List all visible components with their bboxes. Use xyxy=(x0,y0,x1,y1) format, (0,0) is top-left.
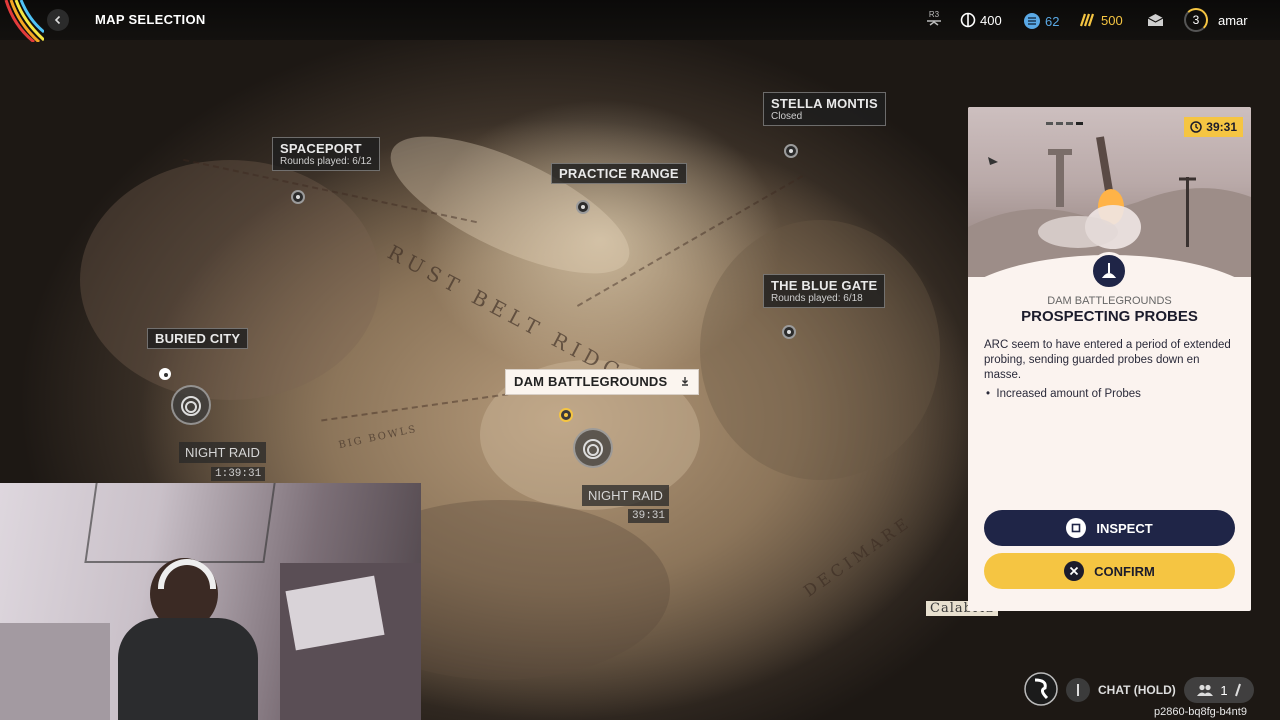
top-bar: MAP SELECTION R3 400 62 500 3 amar xyxy=(0,0,1280,42)
cross-button-icon xyxy=(1064,561,1085,581)
credit-icon xyxy=(1024,13,1040,29)
location-dam-battlegrounds[interactable]: DAM BATTLEGROUNDS xyxy=(505,369,699,395)
page-title: MAP SELECTION xyxy=(95,12,206,27)
location-stella-montis[interactable]: STELLA MONTIS Closed xyxy=(763,92,886,126)
credits-counter: 62 xyxy=(1023,12,1059,30)
webcam-overlay xyxy=(0,483,421,720)
party-button[interactable]: 1 xyxy=(1184,677,1254,703)
back-button[interactable] xyxy=(47,9,69,31)
location-name: SPACEPORT xyxy=(280,141,362,156)
session-id: p2860-bq8fg-b4nt9 xyxy=(1154,706,1247,718)
download-icon xyxy=(681,377,688,386)
card-timer-value: 39:31 xyxy=(1206,120,1237,134)
night-raid-marker[interactable] xyxy=(573,428,613,468)
location-pin-buried-city[interactable] xyxy=(159,368,171,380)
mic-muted-icon xyxy=(1234,683,1241,697)
location-name: STELLA MONTIS xyxy=(771,96,878,111)
chat-label: CHAT (HOLD) xyxy=(1098,683,1176,697)
clock-icon xyxy=(1190,121,1203,133)
username[interactable]: amar xyxy=(1218,13,1248,28)
coins-counter: 400 xyxy=(960,12,1002,28)
credits-value: 62 xyxy=(1045,13,1060,29)
night-raid-timer: 39:31 xyxy=(628,509,670,523)
map-condition-card: 39:31 DAM BATTLEGROUNDS PROSPECTING PROB… xyxy=(968,107,1251,611)
location-pin-practice-range[interactable] xyxy=(576,200,590,214)
location-name: PRACTICE RANGE xyxy=(559,166,679,181)
region-label-big-bowls: BIG BOWLS xyxy=(337,423,419,452)
location-pin-stella-montis[interactable] xyxy=(784,144,798,158)
chat-hold-button[interactable]: CHAT (HOLD) xyxy=(1066,677,1176,703)
r3-label: R3 xyxy=(928,10,940,19)
card-title: PROSPECTING PROBES xyxy=(1021,308,1198,325)
night-raid-label: NIGHT RAID xyxy=(582,485,669,506)
mic-icon xyxy=(1066,678,1090,702)
card-description: ARC seem to have entered a period of ext… xyxy=(984,339,1231,381)
r3-button-hint[interactable]: R3 xyxy=(926,11,942,28)
tokens-value: 500 xyxy=(1101,12,1123,28)
controller-stick-icon xyxy=(927,20,941,26)
night-raid-label: NIGHT RAID xyxy=(179,442,266,463)
brand-stripes-icon xyxy=(4,0,44,42)
probe-icon xyxy=(1101,263,1117,278)
inspect-button[interactable]: INSPECT xyxy=(984,510,1235,546)
party-icon xyxy=(1197,684,1214,696)
night-raid-icon xyxy=(181,396,201,416)
player-level-badge[interactable]: 3 xyxy=(1184,8,1208,32)
card-timer: 39:31 xyxy=(1184,117,1243,137)
square-button-icon xyxy=(1066,518,1087,538)
location-practice-range[interactable]: PRACTICE RANGE xyxy=(551,163,687,184)
night-raid-marker[interactable] xyxy=(171,385,211,425)
card-bullet: • Increased amount of Probes xyxy=(986,388,1141,400)
night-raid-icon xyxy=(583,439,603,459)
game-logo-icon xyxy=(1024,672,1058,706)
location-name: THE BLUE GATE xyxy=(771,278,878,293)
inspect-label: INSPECT xyxy=(1096,520,1153,536)
location-pin-dam-battlegrounds[interactable] xyxy=(559,408,573,422)
chevron-left-icon xyxy=(54,15,61,25)
card-map-name: DAM BATTLEGROUNDS xyxy=(1047,295,1172,307)
location-status: Rounds played: 6/12 xyxy=(280,156,372,167)
location-buried-city[interactable]: BURIED CITY xyxy=(147,328,249,349)
confirm-label: CONFIRM xyxy=(1094,563,1155,579)
location-the-blue-gate[interactable]: THE BLUE GATE Rounds played: 6/18 xyxy=(763,274,886,308)
party-count: 1 xyxy=(1220,682,1228,698)
coin-icon xyxy=(960,12,976,28)
location-pin-the-blue-gate[interactable] xyxy=(782,325,796,339)
coins-value: 400 xyxy=(980,12,1002,28)
location-name: DAM BATTLEGROUNDS xyxy=(514,374,668,389)
location-spaceport[interactable]: SPACEPORT Rounds played: 6/12 xyxy=(272,137,380,171)
probe-condition-icon xyxy=(1090,252,1128,290)
tokens-counter: 500 xyxy=(1079,12,1123,28)
location-status: Closed xyxy=(771,111,803,122)
card-bullet-text: Increased amount of Probes xyxy=(996,388,1141,400)
confirm-button[interactable]: CONFIRM xyxy=(984,553,1235,589)
location-status: Rounds played: 6/18 xyxy=(771,293,863,304)
region-label-decimare: DECIMARE xyxy=(800,512,915,601)
token-icon xyxy=(1079,13,1095,27)
night-raid-timer: 1:39:31 xyxy=(211,467,266,481)
mail-icon[interactable] xyxy=(1147,13,1164,27)
location-name: BURIED CITY xyxy=(155,331,241,346)
location-pin-spaceport[interactable] xyxy=(291,190,305,204)
